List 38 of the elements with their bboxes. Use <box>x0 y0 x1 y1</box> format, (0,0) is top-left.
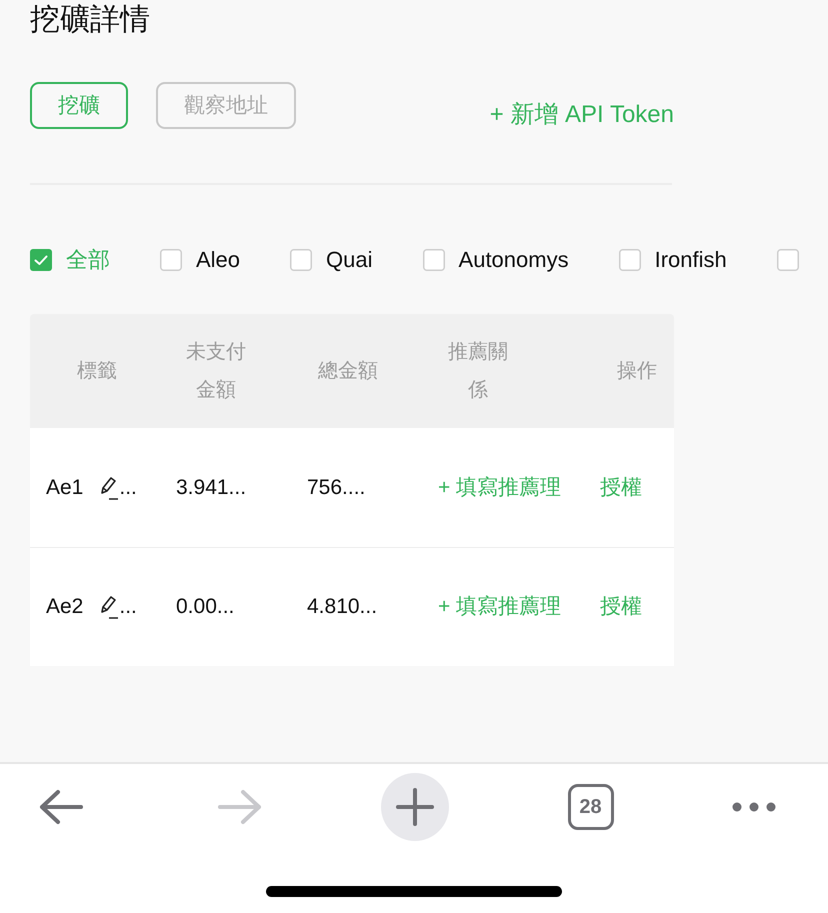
label-overflow: ... <box>119 594 137 620</box>
pencil-icon[interactable] <box>99 595 120 619</box>
checkbox[interactable] <box>160 248 182 270</box>
checkbox[interactable] <box>776 248 799 270</box>
column-header: 標籤 <box>76 359 118 384</box>
checkbox[interactable] <box>422 248 445 270</box>
checkbox[interactable] <box>290 248 312 270</box>
checkbox[interactable] <box>30 248 52 270</box>
authorize-link[interactable]: 授權 <box>600 472 642 504</box>
tab[interactable]: 觀察地址 <box>156 82 296 129</box>
page-title: 挖礦詳情 <box>30 2 150 38</box>
row-label: Ae1 <box>46 474 84 501</box>
column-header: 未支付金額 <box>185 340 247 403</box>
total-amount: 4.810... <box>307 594 378 620</box>
back-arrow-icon[interactable] <box>38 789 84 825</box>
filter-label[interactable]: Autonomys <box>458 243 569 276</box>
column-header: 推薦關係 <box>447 340 509 403</box>
tab[interactable]: 挖礦 <box>30 82 128 129</box>
authorize-link[interactable]: 授權 <box>600 591 642 623</box>
new-tab-icon[interactable] <box>381 773 449 841</box>
filter-label[interactable]: 全部 <box>66 243 110 276</box>
checkbox[interactable] <box>618 248 641 270</box>
more-icon[interactable] <box>732 802 776 812</box>
unpaid-amount: 0.00... <box>176 594 234 620</box>
tab-count-button[interactable]: 28 <box>568 784 614 830</box>
column-header: 總金額 <box>317 359 379 384</box>
total-amount: 756.... <box>307 474 366 501</box>
fill-referral-link[interactable]: + 填寫推薦理 <box>438 472 562 504</box>
pencil-icon[interactable] <box>99 476 120 500</box>
add-api-token-link[interactable]: + 新增 API Token <box>490 100 674 130</box>
unpaid-amount: 3.941... <box>176 474 246 501</box>
filter-label[interactable]: Ironfish <box>654 243 727 276</box>
filter-label[interactable]: Quai <box>326 243 373 276</box>
label-overflow: ... <box>119 474 137 501</box>
column-header: 操作 <box>616 359 658 384</box>
filter-label[interactable]: Aleo <box>196 243 240 276</box>
row-label: Ae2 <box>46 594 84 620</box>
fill-referral-link[interactable]: + 填寫推薦理 <box>438 591 562 623</box>
